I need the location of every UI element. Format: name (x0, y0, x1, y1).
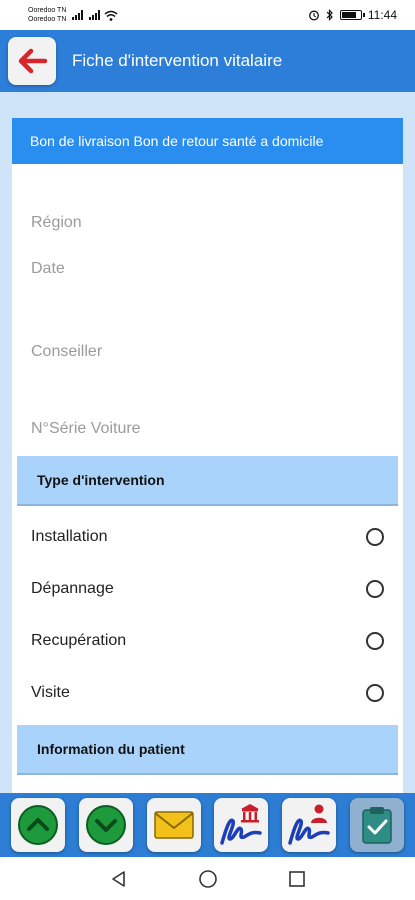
carrier-info: Ooredoo TN Ooredoo TN (28, 6, 118, 24)
radio-option-recuperation[interactable]: Recupération (31, 626, 384, 656)
wifi-icon (104, 10, 118, 21)
scroll-down-button[interactable] (78, 798, 133, 852)
radio-button[interactable] (366, 632, 384, 650)
radio-option-depannage[interactable]: Dépannage (31, 574, 384, 604)
carrier-2: Ooredoo TN (28, 16, 67, 23)
radio-button[interactable] (366, 580, 384, 598)
bottom-toolbar (0, 793, 415, 857)
status-right: 11:44 (308, 8, 397, 22)
radio-button[interactable] (366, 528, 384, 546)
arrow-left-icon (18, 48, 48, 74)
clipboard-check-icon (362, 807, 392, 844)
nav-back-icon[interactable] (110, 870, 128, 888)
field-date[interactable]: Date (31, 260, 65, 278)
page-title: Fiche d'intervention vitalaire (72, 51, 283, 70)
status-bar: Ooredoo TN Ooredoo TN 11:44 (0, 0, 415, 30)
back-button[interactable] (8, 37, 56, 85)
nav-recents-icon[interactable] (288, 870, 306, 888)
signature-patient-button[interactable] (282, 798, 337, 852)
radio-label: Dépannage (31, 580, 114, 597)
radio-option-visite[interactable]: Visite (31, 678, 384, 708)
signature-person-icon (288, 804, 330, 845)
field-serie-voiture[interactable]: N°Série Voiture (31, 420, 141, 438)
carrier-1: Ooredoo TN (28, 7, 67, 14)
scroll-up-button[interactable] (10, 798, 65, 852)
clock: 11:44 (367, 8, 397, 22)
signature-organization-button[interactable] (214, 798, 269, 852)
app-bar: Fiche d'intervention vitalaire (0, 30, 415, 92)
section-type-intervention: Type d'intervention (17, 456, 398, 506)
signal-1-icon (72, 10, 84, 20)
validate-button[interactable] (350, 798, 405, 852)
radio-label: Visite (31, 684, 70, 701)
section-information-patient: Information du patient (17, 725, 398, 775)
radio-option-installation[interactable]: Installation (31, 522, 384, 552)
signal-2-icon (89, 10, 101, 20)
mail-button[interactable] (146, 798, 201, 852)
radio-button[interactable] (366, 684, 384, 702)
battery-icon (339, 10, 365, 20)
alarm-icon (308, 10, 319, 21)
system-nav-bar (0, 857, 415, 900)
field-region[interactable]: Région (31, 214, 82, 232)
form-card: Bon de livraison Bon de retour santé a d… (12, 118, 403, 793)
radio-label: Installation (31, 528, 108, 545)
radio-label: Recupération (31, 632, 127, 649)
field-conseiller[interactable]: Conseiller (31, 343, 102, 361)
signature-building-icon (220, 804, 263, 845)
nav-home-icon[interactable] (198, 869, 218, 889)
bluetooth-icon (326, 9, 333, 21)
scroll-up-icon (17, 805, 58, 845)
mail-icon (153, 811, 194, 839)
scroll-down-icon (85, 805, 126, 845)
document-header: Bon de livraison Bon de retour santé a d… (12, 118, 403, 164)
